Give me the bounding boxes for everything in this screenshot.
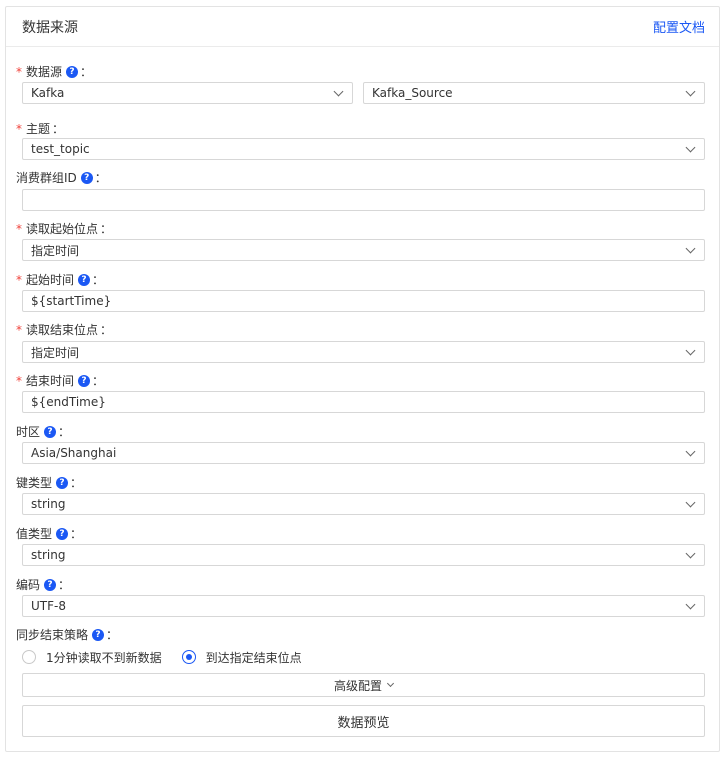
required-mark: * [16, 323, 22, 337]
help-icon[interactable]: ? [80, 172, 93, 184]
help-icon[interactable]: ? [78, 375, 91, 387]
sync-end-radio-group: 1分钟读取不到新数据 到达指定结束位点 [22, 648, 322, 666]
consumer-group-label: 消费群组ID ? ： [16, 171, 107, 185]
chevron-down-icon [685, 548, 696, 559]
panel-title: 数据来源 [22, 20, 78, 36]
end-time-input[interactable]: ${endTime} [22, 391, 705, 413]
help-icon[interactable]: ? [78, 274, 91, 286]
chevron-down-icon [685, 446, 696, 457]
help-icon[interactable]: ? [92, 629, 105, 641]
chevron-down-icon [685, 142, 696, 153]
sync-end-label: 同步结束策略 ? ： [16, 628, 119, 642]
required-mark: * [16, 374, 22, 388]
key-type-label: 键类型 ? ： [16, 476, 83, 490]
read-end-select[interactable]: 指定时间 [22, 341, 705, 363]
datasource-label: * 数据源 ? ： [16, 65, 93, 79]
help-icon[interactable]: ? [56, 477, 69, 489]
read-end-label: * 读取结束位点 ： [16, 323, 113, 337]
radio-button-checked[interactable] [181, 650, 196, 664]
read-start-label: * 读取起始位点 ： [16, 222, 113, 236]
help-icon[interactable]: ? [44, 426, 57, 438]
radio-option-no-new-data[interactable]: 1分钟读取不到新数据 [22, 649, 162, 666]
value-type-label: 值类型 ? ： [16, 527, 83, 541]
chevron-down-icon [333, 86, 344, 97]
timezone-select[interactable]: Asia/Shanghai [22, 442, 705, 464]
help-icon[interactable]: ? [66, 66, 79, 78]
config-doc-link[interactable]: 配置文档 [653, 17, 705, 36]
chevron-down-icon [685, 599, 696, 610]
advanced-config-button[interactable]: 高级配置 [22, 673, 705, 697]
start-time-label: * 起始时间 ? ： [16, 273, 105, 287]
help-icon[interactable]: ? [56, 528, 69, 540]
data-preview-button[interactable]: 数据预览 [22, 705, 705, 737]
panel-header: 数据来源 配置文档 [6, 7, 719, 47]
read-start-select[interactable]: 指定时间 [22, 239, 705, 261]
timezone-label: 时区 ? ： [16, 425, 71, 439]
chevron-down-icon [685, 345, 696, 356]
topic-label: * 主题 ： [16, 122, 65, 136]
datasource-type-select[interactable]: Kafka [22, 82, 353, 104]
consumer-group-input[interactable] [22, 189, 705, 211]
required-mark: * [16, 122, 22, 136]
chevron-down-icon [386, 679, 395, 688]
chevron-down-icon [685, 243, 696, 254]
topic-select[interactable]: test_topic [22, 138, 705, 160]
chevron-down-icon [685, 86, 696, 97]
start-time-input[interactable]: ${startTime} [22, 290, 705, 312]
chevron-down-icon [685, 497, 696, 508]
datasource-name-select[interactable]: Kafka_Source [363, 82, 705, 104]
radio-option-end-position[interactable]: 到达指定结束位点 [181, 649, 302, 666]
help-icon[interactable]: ? [44, 579, 57, 591]
required-mark: * [16, 65, 22, 79]
encoding-select[interactable]: UTF-8 [22, 595, 705, 617]
value-type-select[interactable]: string [22, 544, 705, 566]
radio-button[interactable] [22, 650, 36, 664]
key-type-select[interactable]: string [22, 493, 705, 515]
required-mark: * [16, 222, 22, 236]
encoding-label: 编码 ? ： [16, 578, 71, 592]
end-time-label: * 结束时间 ? ： [16, 374, 105, 388]
required-mark: * [16, 273, 22, 287]
